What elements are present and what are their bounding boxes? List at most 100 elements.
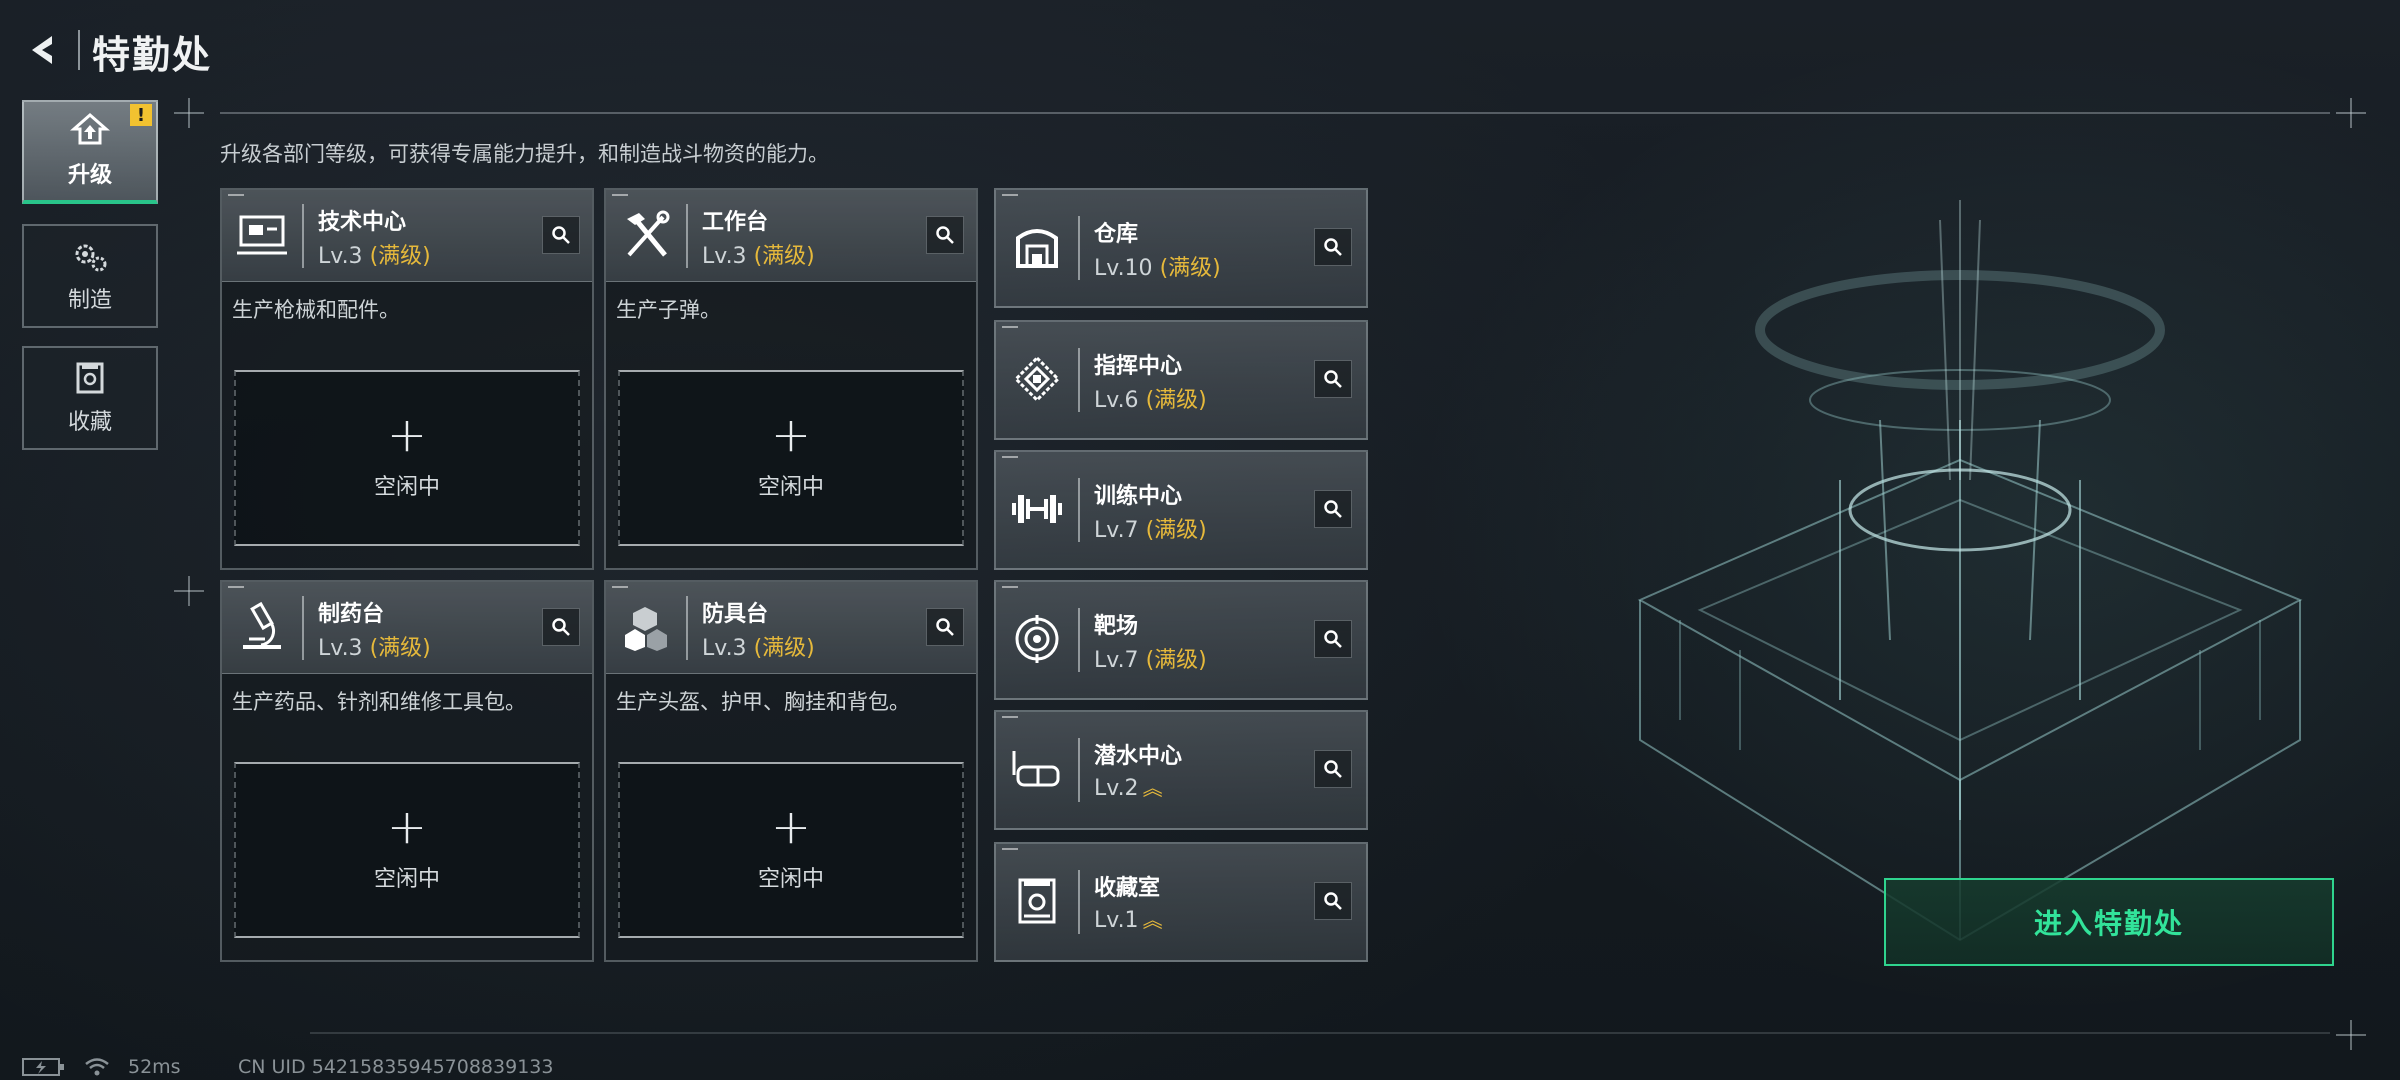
facility-name: 指挥中心 <box>1094 354 1183 379</box>
nav-craft[interactable]: 制造 <box>22 224 158 328</box>
inspect-button[interactable] <box>926 216 964 254</box>
collection-icon <box>76 362 104 394</box>
status-bar: 52ms <box>22 1056 181 1078</box>
inspect-button[interactable] <box>542 608 580 646</box>
chip-icon <box>1008 350 1066 408</box>
production-slot[interactable]: + 空闲中 <box>234 370 580 546</box>
page-subtitle: 升级各部门等级，可获得专属能力提升，和制造战斗物资的能力。 <box>220 142 829 166</box>
facility-level: Lv.1 ︽ <box>1094 908 1163 933</box>
inspect-button[interactable] <box>1314 620 1352 658</box>
facility-name: 靶场 <box>1094 614 1139 639</box>
slot-status: 空闲中 <box>373 475 440 500</box>
nav-collection-label: 收藏 <box>67 410 112 435</box>
facility-level: Lv.6 (满级) <box>1094 388 1207 413</box>
card-name: 防具台 <box>702 602 769 627</box>
back-button[interactable] <box>22 28 66 72</box>
magnifier-icon <box>1324 370 1342 388</box>
magnifier-icon <box>552 226 570 244</box>
battery-charging-icon <box>22 1058 64 1076</box>
card-level: Lv.3 (满级) <box>318 244 431 269</box>
plus-icon: + <box>770 407 812 463</box>
display-case-icon <box>1008 872 1066 930</box>
inspect-button[interactable] <box>926 608 964 646</box>
production-slot[interactable]: + 空闲中 <box>618 762 964 938</box>
facility-name: 训练中心 <box>1094 484 1183 509</box>
crosshair-decoration <box>2336 98 2366 128</box>
facility-warehouse[interactable]: 仓库 Lv.10 (满级) <box>994 188 1368 308</box>
tools-icon <box>616 206 676 266</box>
magnifier-icon <box>1324 760 1342 778</box>
enter-special-ops-button[interactable]: 进入特勤处 <box>1884 878 2334 966</box>
top-divider <box>220 112 2330 114</box>
facility-training-center[interactable]: 训练中心 Lv.7 (满级) <box>994 450 1368 570</box>
facility-collection-room[interactable]: 收藏室 Lv.1 ︽ <box>994 842 1368 962</box>
page-title: 特勤处 <box>92 33 213 77</box>
card-tech-center: 技术中心 Lv.3 (满级) 生产枪械和配件。 + 空闲中 <box>220 188 594 570</box>
facility-diving-center[interactable]: 潜水中心 Lv.2 ︽ <box>994 710 1368 830</box>
nav-craft-label: 制造 <box>67 288 112 313</box>
card-header: 防具台 Lv.3 (满级) <box>606 582 976 674</box>
card-header: 工作台 Lv.3 (满级) <box>606 190 976 282</box>
title-divider <box>78 30 80 70</box>
crosshair-decoration <box>174 98 204 128</box>
facility-level: Lv.7 (满级) <box>1094 518 1207 543</box>
upgrade-chevron-icon: ︽ <box>1142 776 1163 800</box>
production-slot[interactable]: + 空闲中 <box>618 370 964 546</box>
inspect-button[interactable] <box>1314 360 1352 398</box>
magnifier-icon <box>936 618 954 636</box>
inspect-button[interactable] <box>1314 750 1352 788</box>
base-hologram-illustration <box>1637 200 2303 942</box>
magnifier-icon <box>552 618 570 636</box>
card-description: 生产药品、针剂和维修工具包。 <box>232 690 526 714</box>
facility-level: Lv.10 (满级) <box>1094 256 1221 281</box>
plus-icon: + <box>770 799 812 855</box>
armor-cubes-icon <box>616 598 676 658</box>
facility-level: Lv.7 (满级) <box>1094 648 1207 673</box>
magnifier-icon <box>1324 500 1342 518</box>
diving-mask-icon <box>1008 740 1066 798</box>
dumbbell-icon <box>1008 480 1066 538</box>
ping-value: 52ms <box>128 1056 181 1078</box>
card-description: 生产头盔、护甲、胸挂和背包。 <box>616 690 910 714</box>
production-slot[interactable]: + 空闲中 <box>234 762 580 938</box>
user-uid: CN UID 54215835945708839133 <box>238 1056 554 1078</box>
magnifier-icon <box>936 226 954 244</box>
upgrade-chevron-icon: ︽ <box>1142 908 1163 932</box>
facility-name: 潜水中心 <box>1094 744 1183 769</box>
card-workbench: 工作台 Lv.3 (满级) 生产子弹。 + 空闲中 <box>604 188 978 570</box>
facility-command-center[interactable]: 指挥中心 Lv.6 (满级) <box>994 320 1368 440</box>
inspect-button[interactable] <box>1314 228 1352 266</box>
wifi-icon <box>85 1058 109 1076</box>
alert-badge: ! <box>130 104 152 126</box>
card-level: Lv.3 (满级) <box>702 244 815 269</box>
crosshair-decoration <box>2336 1020 2366 1050</box>
plus-icon: + <box>386 799 428 855</box>
magnifier-icon <box>1324 630 1342 648</box>
facility-shooting-range[interactable]: 靶场 Lv.7 (满级) <box>994 580 1368 700</box>
inspect-button[interactable] <box>1314 490 1352 528</box>
slot-status: 空闲中 <box>757 867 824 892</box>
magnifier-icon <box>1324 892 1342 910</box>
nav-upgrade-label: 升级 <box>67 163 112 188</box>
plus-icon: + <box>386 407 428 463</box>
slot-status: 空闲中 <box>757 475 824 500</box>
card-header: 技术中心 Lv.3 (满级) <box>222 190 592 282</box>
nav-upgrade[interactable]: ! 升级 <box>22 100 158 204</box>
inspect-button[interactable] <box>542 216 580 254</box>
card-description: 生产枪械和配件。 <box>232 298 400 322</box>
card-armor-bench: 防具台 Lv.3 (满级) 生产头盔、护甲、胸挂和背包。 + 空闲中 <box>604 580 978 962</box>
facility-name: 收藏室 <box>1094 876 1161 901</box>
inspect-button[interactable] <box>1314 882 1352 920</box>
upgrade-icon <box>70 113 110 145</box>
warehouse-icon <box>1008 218 1066 276</box>
card-level: Lv.3 (满级) <box>702 636 815 661</box>
computer-icon <box>232 206 292 266</box>
target-icon <box>1008 610 1066 668</box>
bottom-divider <box>310 1032 2330 1034</box>
back-arrow-icon <box>32 36 52 64</box>
card-level: Lv.3 (满级) <box>318 636 431 661</box>
crosshair-decoration <box>174 576 204 606</box>
slot-status: 空闲中 <box>373 867 440 892</box>
nav-collection[interactable]: 收藏 <box>22 346 158 450</box>
magnifier-icon <box>1324 238 1342 256</box>
